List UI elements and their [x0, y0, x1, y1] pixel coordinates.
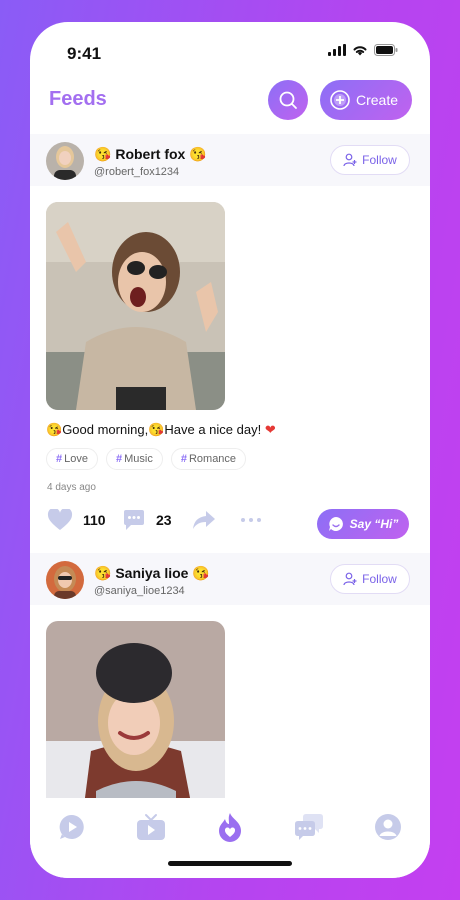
feeds-header: Feeds Create — [30, 78, 430, 132]
status-time: 9:41 — [67, 44, 102, 63]
avatar-image — [46, 142, 84, 180]
say-hi-button[interactable]: Say “Hi” — [317, 509, 409, 539]
tv-icon — [137, 814, 165, 840]
page-title: Feeds — [49, 88, 107, 110]
caption-text: Good morning, — [62, 422, 149, 437]
tag-label: Romance — [188, 453, 237, 465]
more-button[interactable] — [239, 509, 263, 531]
post-card: 😘 Saniya lioe 😘 @saniya_lioe1234 Follow — [30, 553, 430, 798]
add-user-icon — [343, 153, 357, 167]
tag-chip[interactable]: # Romance — [170, 448, 247, 470]
chat-icon — [295, 814, 323, 840]
avatar[interactable] — [46, 142, 84, 180]
like-count: 110 — [83, 512, 106, 528]
share-button[interactable] — [192, 509, 216, 531]
post-actions: 110 23 Say “Hi” — [30, 499, 430, 543]
post-header: 😘 Saniya lioe 😘 @saniya_lioe1234 Follow — [30, 553, 430, 605]
follow-button[interactable]: Follow — [330, 564, 410, 594]
post-username[interactable]: 😘 Robert fox 😘 — [94, 146, 207, 163]
like-button[interactable]: 110 — [47, 509, 106, 531]
home-indicator — [168, 861, 292, 866]
tab-live[interactable] — [136, 812, 166, 842]
post-photo[interactable] — [46, 202, 225, 410]
tab-feeds[interactable] — [215, 812, 245, 842]
tag-label: Music — [124, 453, 153, 465]
status-icons — [328, 44, 398, 56]
post-image — [46, 202, 225, 410]
username-text: Robert fox — [115, 146, 186, 162]
tag-chip[interactable]: # Love — [46, 448, 98, 470]
post-photo[interactable] — [46, 621, 225, 798]
status-bar: 9:41 — [30, 22, 430, 84]
feed-list[interactable]: 😘 Robert fox 😘 @robert_fox1234 Follow 😘G… — [30, 134, 430, 798]
post-header: 😘 Robert fox 😘 @robert_fox1234 Follow — [30, 134, 430, 186]
follow-label: Follow — [362, 153, 397, 167]
comment-button[interactable]: 23 — [122, 509, 172, 531]
follow-button[interactable]: Follow — [330, 145, 410, 175]
create-label: Create — [356, 92, 399, 108]
tab-bar — [30, 798, 430, 878]
avatar-image — [46, 561, 84, 599]
say-hi-label: Say “Hi” — [349, 517, 399, 531]
post-handle: @robert_fox1234 — [94, 166, 180, 178]
comment-icon — [124, 510, 144, 530]
tab-play[interactable] — [57, 812, 87, 842]
tab-messages[interactable] — [294, 812, 324, 842]
tab-profile[interactable] — [373, 812, 403, 842]
search-icon — [279, 91, 297, 109]
username-text: Saniya lioe — [115, 565, 189, 581]
post-username[interactable]: 😘 Saniya lioe 😘 — [94, 565, 210, 582]
create-button[interactable]: Create — [320, 80, 412, 120]
post-card: 😘 Robert fox 😘 @robert_fox1234 Follow 😘G… — [30, 134, 430, 543]
tag-label: Love — [64, 453, 88, 465]
phone-screen: 9:41 Feeds Create 😘 Robert fox 😘 @robert… — [30, 22, 430, 878]
more-icon — [241, 518, 261, 522]
post-image — [46, 621, 225, 798]
share-icon — [193, 511, 215, 529]
caption-tail-text: Have a nice day! — [164, 422, 262, 437]
heart-icon — [47, 509, 73, 530]
follow-label: Follow — [362, 572, 397, 586]
post-tags: # Love # Music # Romance — [46, 448, 430, 470]
tag-chip[interactable]: # Music — [105, 448, 163, 470]
wifi-icon — [353, 46, 367, 56]
add-user-icon — [343, 572, 357, 586]
avatar[interactable] — [46, 561, 84, 599]
search-button[interactable] — [268, 80, 308, 120]
post-handle: @saniya_lioe1234 — [94, 585, 185, 597]
post-divider — [30, 543, 430, 553]
post-caption: 😘Good morning,😘Have a nice day! ❤ — [46, 422, 276, 437]
post-time: 4 days ago — [47, 482, 96, 493]
add-circle-icon — [330, 90, 350, 110]
battery-icon — [374, 44, 398, 56]
flame-heart-icon — [219, 813, 241, 842]
profile-icon — [375, 814, 401, 840]
play-icon — [59, 814, 84, 839]
comment-count: 23 — [156, 512, 172, 528]
chat-bubble-icon — [328, 517, 343, 531]
signal-icon — [328, 44, 346, 56]
